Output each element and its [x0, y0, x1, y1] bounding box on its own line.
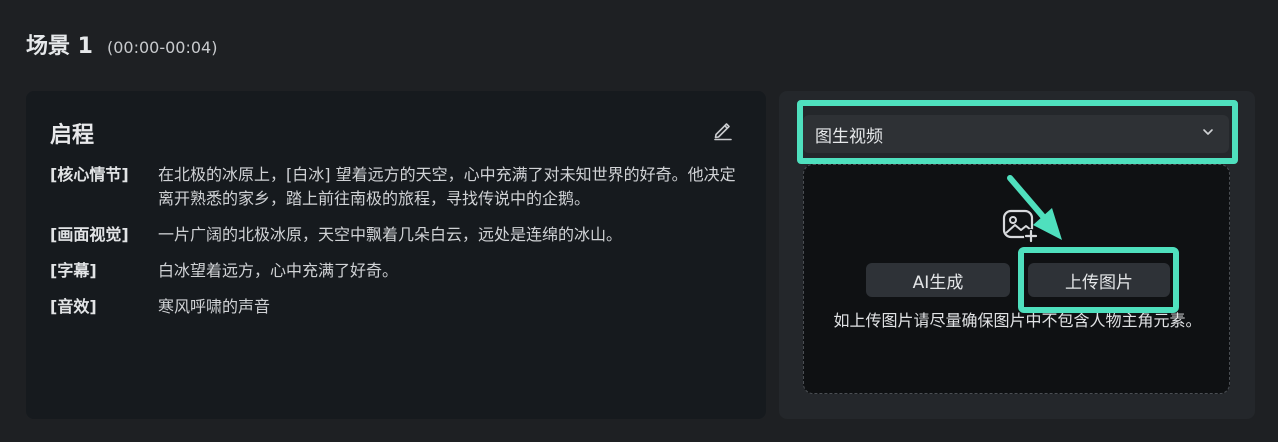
- scene-header: 场景 1 (00:00-00:04): [26, 28, 217, 60]
- scene-time-range: (00:00-00:04): [106, 38, 218, 57]
- story-row-plot: [核心情节] 在北极的冰原上，[白冰] 望着远方的天空，心中充满了对未知世界的好…: [50, 163, 740, 211]
- row-text: 寒风呼啸的声音: [158, 297, 271, 316]
- row-label: [核心情节]: [50, 165, 129, 184]
- generator-panel: 图生视频 AI生成 上传图片 如上传图片请尽量确保图片中不包含人物主角元素。: [779, 91, 1255, 419]
- image-drop-zone[interactable]: AI生成 上传图片 如上传图片请尽量确保图片中不包含人物主角元素。: [803, 164, 1230, 394]
- story-row-visual: [画面视觉] 一片广阔的北极冰原，天空中飘着几朵白云，远处是连绵的冰山。: [50, 223, 740, 247]
- row-label: [音效]: [50, 297, 97, 316]
- story-row-sound: [音效] 寒风呼啸的声音: [50, 295, 740, 319]
- row-text: 在北极的冰原上，[白冰] 望着远方的天空，心中充满了对未知世界的好奇。他决定离开…: [158, 165, 736, 208]
- ai-generate-button[interactable]: AI生成: [866, 263, 1010, 297]
- story-panel: 启程 [核心情节] 在北极的冰原上，[白冰] 望着远方的天空，心中充满了对未知世…: [26, 91, 766, 419]
- pencil-icon[interactable]: [712, 119, 734, 141]
- mode-select[interactable]: 图生视频: [803, 115, 1229, 153]
- story-row-subtitle: [字幕] 白冰望着远方，心中充满了好奇。: [50, 259, 740, 283]
- mode-select-value: 图生视频: [815, 126, 883, 147]
- story-details: [核心情节] 在北极的冰原上，[白冰] 望着远方的天空，心中充满了对未知世界的好…: [50, 163, 740, 331]
- row-text: 一片广阔的北极冰原，天空中飘着几朵白云，远处是连绵的冰山。: [158, 225, 623, 244]
- upload-image-button[interactable]: 上传图片: [1028, 263, 1170, 297]
- row-text: 白冰望着远方，心中充满了好奇。: [158, 261, 399, 280]
- row-label: [画面视觉]: [50, 225, 129, 244]
- upload-hint: 如上传图片请尽量确保图片中不包含人物主角元素。: [833, 311, 1202, 330]
- row-label: [字幕]: [50, 261, 97, 280]
- scene-title: 场景 1: [26, 34, 93, 59]
- chevron-down-icon: [1201, 124, 1215, 144]
- story-title: 启程: [50, 123, 95, 148]
- image-add-icon: [1000, 205, 1040, 245]
